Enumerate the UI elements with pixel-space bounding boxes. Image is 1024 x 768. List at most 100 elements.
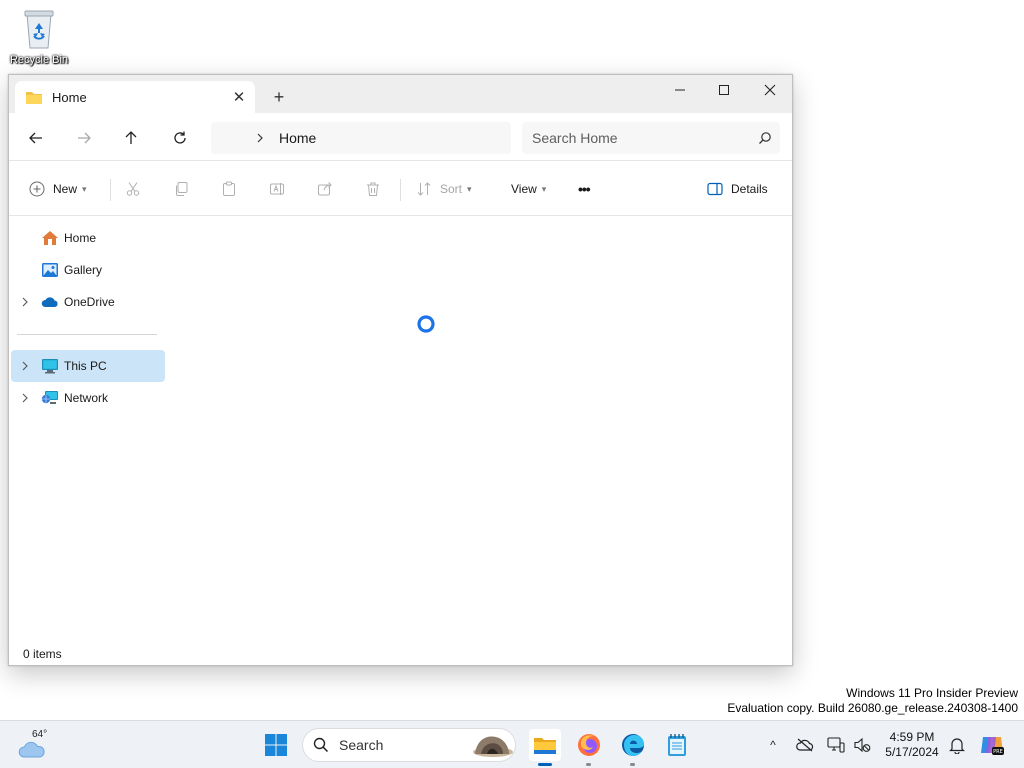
recycle-bin-desktop-icon[interactable]: Recycle Bin — [6, 8, 72, 66]
new-tab-button[interactable]: + — [267, 85, 291, 109]
taskbar-search-label: Search — [339, 737, 384, 753]
show-hidden-icons-button[interactable]: ^ — [762, 733, 784, 757]
forward-button[interactable] — [69, 123, 99, 153]
network-icon — [41, 390, 59, 406]
share-icon — [318, 182, 332, 196]
watermark-line-1: Windows 11 Pro Insider Preview — [846, 686, 1018, 700]
home-icon — [41, 230, 59, 246]
sidebar-item-gallery[interactable]: Gallery — [11, 254, 165, 286]
view-button-label: View — [511, 182, 537, 196]
refresh-button[interactable] — [165, 123, 195, 153]
search-icon — [750, 131, 780, 145]
details-pane-button[interactable]: Details — [707, 177, 768, 201]
running-app-indicator — [586, 763, 591, 766]
delete-button[interactable] — [365, 177, 381, 201]
system-clock[interactable]: 4:59 PM 5/17/2024 — [876, 730, 948, 760]
taskbar-file-explorer[interactable] — [529, 729, 561, 761]
copilot-button[interactable]: PRE — [976, 729, 1008, 761]
breadcrumb-home[interactable]: Home — [279, 130, 316, 146]
paste-button[interactable] — [221, 177, 237, 201]
arrow-up-icon — [125, 131, 137, 144]
taskbar-firefox[interactable] — [573, 729, 605, 761]
address-bar[interactable]: Home — [211, 122, 511, 154]
close-icon — [764, 84, 776, 96]
taskbar: 64° Search ^ 4:59 PM 5/17/2024 PRE — [0, 720, 1024, 768]
edge-icon — [622, 734, 644, 756]
sort-button-label: Sort — [440, 182, 463, 196]
taskbar-notepad[interactable] — [661, 729, 693, 761]
sidebar-item-home[interactable]: Home — [11, 222, 165, 254]
chevron-right-icon — [255, 132, 265, 144]
navigation-pane: Home Gallery OneDrive This PC Network — [9, 217, 169, 643]
chevron-right-icon[interactable] — [19, 361, 31, 371]
volume-muted-icon[interactable] — [851, 733, 873, 757]
sidebar-item-network[interactable]: Network — [11, 382, 165, 414]
cut-button[interactable] — [125, 177, 141, 201]
new-button-label: New — [53, 182, 78, 196]
onedrive-status-icon[interactable] — [794, 733, 816, 757]
cut-icon — [126, 182, 140, 196]
maximize-icon — [719, 85, 729, 95]
firefox-icon — [578, 734, 600, 756]
minimize-button[interactable] — [657, 75, 703, 105]
cloud-icon — [18, 741, 45, 758]
arrow-right-icon — [78, 132, 91, 144]
taskbar-search-box[interactable]: Search — [302, 728, 516, 762]
sidebar-item-label: Home — [64, 231, 97, 245]
close-tab-button[interactable]: ✕ — [229, 87, 249, 107]
loading-spinner-icon — [417, 315, 435, 333]
maximize-button[interactable] — [701, 75, 747, 105]
chevron-right-icon[interactable] — [19, 297, 31, 307]
new-button[interactable]: New ▾ — [29, 177, 87, 201]
rename-button[interactable] — [269, 177, 285, 201]
file-explorer-window: Home ✕ + Home Search Home New ▾ Sort ▾ V… — [8, 74, 793, 666]
title-bar: Home ✕ + — [9, 75, 792, 113]
rename-icon — [270, 183, 284, 195]
tab-home[interactable]: Home ✕ — [15, 81, 255, 113]
sidebar-item-label: This PC — [64, 359, 107, 373]
weather-widget[interactable]: 64° — [16, 729, 56, 761]
copy-icon — [176, 182, 188, 196]
chevron-right-icon[interactable] — [19, 393, 31, 403]
search-highlight-icon — [473, 736, 513, 757]
navigation-bar: Home Search Home — [9, 113, 792, 161]
folder-icon — [534, 738, 556, 754]
evaluation-watermark: Windows 11 Pro Insider Preview Evaluatio… — [727, 686, 1018, 716]
clock-date: 5/17/2024 — [885, 745, 939, 759]
file-list-area[interactable] — [169, 217, 792, 643]
network-status-icon[interactable] — [825, 733, 847, 757]
refresh-icon — [174, 131, 186, 144]
back-button[interactable] — [21, 123, 51, 153]
toolbar-divider — [110, 179, 111, 201]
share-button[interactable] — [317, 177, 333, 201]
sidebar-item-label: OneDrive — [64, 295, 115, 309]
copilot-icon: PRE — [981, 737, 1004, 755]
recycle-bin-label: Recycle Bin — [9, 54, 69, 66]
taskbar-edge[interactable] — [617, 729, 649, 761]
notifications-button[interactable] — [946, 733, 968, 757]
sidebar-divider — [17, 334, 157, 335]
minimize-icon — [675, 89, 685, 91]
arrow-left-icon — [29, 132, 42, 144]
sidebar-item-this-pc[interactable]: This PC — [11, 350, 165, 382]
copy-button[interactable] — [173, 177, 189, 201]
watermark-line-2: Evaluation copy. Build 26080.ge_release.… — [727, 701, 1018, 715]
sort-button[interactable]: Sort ▾ — [416, 177, 472, 201]
see-more-button[interactable]: ••• — [578, 177, 591, 201]
svg-text:PRE: PRE — [993, 749, 1003, 755]
toolbar-divider — [400, 179, 401, 201]
up-button[interactable] — [116, 123, 146, 153]
close-window-button[interactable] — [747, 75, 793, 105]
clock-time: 4:59 PM — [889, 730, 935, 744]
sidebar-item-label: Gallery — [64, 263, 103, 277]
status-bar-item-count: 0 items — [23, 647, 62, 661]
add-circle-icon — [29, 181, 45, 197]
sidebar-item-onedrive[interactable]: OneDrive — [11, 286, 165, 318]
view-button[interactable]: View ▾ — [511, 177, 546, 201]
start-button[interactable] — [260, 729, 292, 761]
trash-icon — [367, 182, 379, 196]
details-pane-icon — [707, 182, 723, 196]
bell-icon — [949, 738, 965, 754]
chevron-down-icon: ▾ — [541, 183, 547, 194]
search-input[interactable]: Search Home — [522, 122, 780, 154]
